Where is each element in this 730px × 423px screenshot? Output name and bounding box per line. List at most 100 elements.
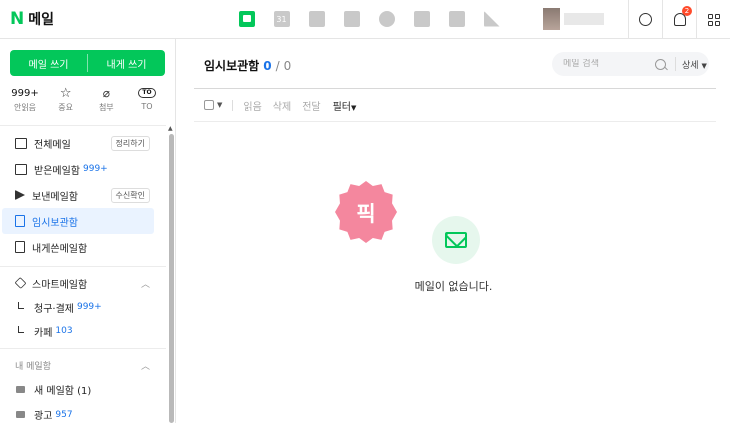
read-receipt-button[interactable]: 수신확인 [110,187,150,203]
calendar-app-button[interactable]: 31 [271,8,292,29]
contacts-icon [343,10,360,27]
draft-document-icon [15,215,25,227]
folder-label: 새 메일함 (1) [34,386,92,397]
mailbox-nav: 전체메일 정리하기 받은메일함 999+ 보낸메일함 수신확인 임시보관함 내게… [0,130,166,423]
photo-app-button[interactable] [306,8,327,29]
top-right-actions: 2 [628,0,730,39]
mailbox-label: 전체메일 [34,139,71,151]
caret-down-icon: ▼ [701,61,707,70]
folder-icon [16,411,25,418]
mailbox-inbox[interactable]: 받은메일함 999+ [2,156,154,182]
mail-toolbar: ▼ 읽음 삭제 전달 필터▼ [204,98,367,113]
select-all-checkbox[interactable] [204,100,214,110]
sidebar-divider [0,266,166,267]
quick-unread[interactable]: 999+ 안읽음 [6,86,44,113]
contacts-app-button[interactable] [341,8,362,29]
mailbox-label: 받은메일함 [34,165,80,177]
compose-self-button[interactable]: 내게 쓰기 [88,50,165,76]
notes-icon [15,241,25,253]
star-icon: ☆ [59,85,72,101]
my-mailbox-section[interactable]: 내 메일함 ︿ [0,353,150,377]
mail-search-box: 상세 ▼ [552,52,709,76]
smart-item-billing[interactable]: 청구·결제 999+ [0,295,166,319]
delete-button[interactable]: 삭제 [273,98,291,113]
section-label: 내 메일함 [15,361,51,372]
memo-icon [413,10,430,27]
sidebar: 메일 쓰기 내게 쓰기 999+ 안읽음 ☆ 중요 ⌀ 첨부 TO TO 전체메… [0,39,176,423]
chevron-up-icon[interactable]: ︿ [141,277,150,290]
quick-important[interactable]: ☆ 중요 [47,86,85,113]
cafe-icon [448,10,465,27]
select-options-dropdown[interactable]: ▼ [217,101,222,109]
mailbox-title: 임시보관함 [204,59,260,73]
detail-label: 상세 [682,60,699,71]
avatar [543,8,560,30]
subfolder-mark-icon [18,301,24,309]
count-separator: / [275,59,280,73]
folder-ads[interactable]: 광고 957 [0,402,166,423]
mail-app-button[interactable] [236,8,257,29]
current-count: 0 [263,59,272,73]
filter-label: 필터 [332,101,352,113]
notification-button[interactable]: 2 [662,0,696,39]
quick-to-me[interactable]: TO TO [128,86,166,113]
mailbox-all[interactable]: 전체메일 정리하기 [2,130,154,156]
chat-bubble-icon [639,13,652,26]
hexagon-app-button[interactable] [376,8,397,29]
folder-new[interactable]: 새 메일함 (1) [0,377,166,402]
layers-icon [14,277,27,289]
mailbox-drafts[interactable]: 임시보관함 [2,208,154,234]
quick-label: TO [141,102,153,111]
naver-logo: N [10,9,25,29]
search-icon[interactable] [655,58,666,70]
detail-search-button[interactable]: 상세 ▼ [682,58,707,71]
forward-button[interactable]: 전달 [302,98,320,113]
smart-item-cafe[interactable]: 카페 103 [0,319,166,343]
naver-mail-logo[interactable]: N 메일 [10,9,54,29]
mailbox-label: 임시보관함 [32,217,78,229]
paperclip-icon: ⌀ [102,86,110,100]
envelope-icon [15,137,27,149]
caret-down-icon: ▼ [351,103,357,112]
chevron-up-icon[interactable]: ︿ [141,359,150,372]
scroll-thumb[interactable] [169,134,174,423]
cafe-app-button[interactable] [446,8,467,29]
services-menu-button[interactable] [696,0,730,39]
mail-icon [238,10,255,27]
header-divider [194,88,716,89]
mark-read-button[interactable]: 읽음 [243,98,261,113]
smart-item-count: 103 [55,326,73,336]
sidebar-scrollbar[interactable]: ▲ [168,125,174,423]
search-divider [675,57,676,71]
memo-app-button[interactable] [411,8,432,29]
organize-button[interactable]: 정리하기 [110,135,150,151]
filter-dropdown[interactable]: 필터▼ [333,98,357,113]
mailbox-to-self[interactable]: 내게쓴메일함 [2,234,154,260]
scroll-up-arrow-icon[interactable]: ▲ [168,125,173,132]
compose-mail-button[interactable]: 메일 쓰기 [10,50,87,76]
quick-label: 안읽음 [13,103,37,112]
smart-item-label: 카페 [34,327,53,339]
user-name-blurred [564,13,604,25]
pick-badge[interactable]: 픽 [335,181,397,243]
quick-attachment[interactable]: ⌀ 첨부 [87,86,125,113]
toolbar-divider [232,99,234,111]
mailbox-label: 내게쓴메일함 [32,243,88,255]
empty-state-icon-circle [432,216,480,264]
toolbar-divider-line [194,121,716,122]
pick-badge-text: 픽 [356,202,376,226]
total-count: 0 [283,59,292,73]
talk-button[interactable] [628,0,662,39]
flag-app-button[interactable] [481,8,502,29]
unread-count: 999+ [11,87,39,99]
sidebar-divider [0,348,166,349]
mail-logo-text: 메일 [28,12,54,28]
mailbox-sent[interactable]: 보낸메일함 수신확인 [2,182,154,208]
mailbox-label: 보낸메일함 [32,191,78,203]
search-input[interactable] [563,59,651,69]
smart-mailbox-section[interactable]: 스마트메일함 ︿ [0,271,150,295]
grid-icon [707,13,720,26]
flag-icon [483,10,500,27]
user-profile[interactable] [543,8,604,30]
quick-filters: 999+ 안읽음 ☆ 중요 ⌀ 첨부 TO TO [6,86,166,113]
